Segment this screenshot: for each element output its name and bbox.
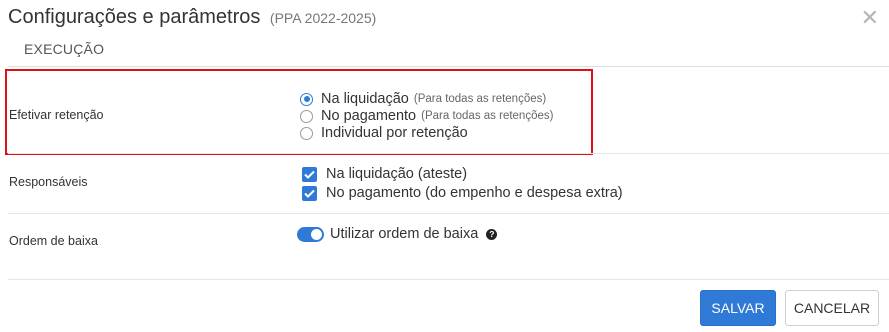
radio-unselected-icon[interactable] [300, 109, 313, 123]
footer-divider [8, 279, 889, 280]
dialog-subtitle: (PPA 2022-2025) [269, 10, 377, 26]
dialog-title-text: Configurações e parâmetros [8, 6, 261, 28]
radio-no-pagamento[interactable]: No pagamento (Para todas as retenções) [300, 108, 553, 124]
radio-label: No pagamento [321, 108, 417, 124]
radio-individual[interactable]: Individual por retenção [300, 125, 468, 141]
ordem-label: Ordem de baixa [9, 234, 98, 248]
radio-na-liquidacao[interactable]: Na liquidação (Para todas as retenções) [300, 91, 546, 107]
row-divider [8, 153, 889, 154]
dialog-title: Configurações e parâmetros (PPA 2022-202… [8, 6, 376, 29]
radio-hint: (Para todas as retenções) [413, 93, 547, 105]
help-icon[interactable]: ? [486, 228, 498, 240]
checkbox-no-pagamento[interactable]: No pagamento (do empenho e despesa extra… [302, 185, 623, 201]
save-button[interactable]: SALVAR [700, 290, 776, 326]
checkbox-checked-icon[interactable] [302, 185, 317, 201]
checkbox-na-liquidacao[interactable]: Na liquidação (ateste) [302, 166, 467, 182]
row-divider [8, 213, 889, 214]
close-icon[interactable]: ✕ [861, 7, 879, 29]
radio-selected-icon[interactable] [300, 92, 313, 106]
responsaveis-label: Responsáveis [9, 175, 88, 189]
checkbox-checked-icon[interactable] [302, 166, 317, 182]
radio-unselected-icon[interactable] [300, 126, 313, 140]
toggle-label: Utilizar ordem de baixa [330, 226, 479, 242]
ordem-toggle-row: Utilizar ordem de baixa ? [297, 226, 498, 242]
tab-divider [8, 66, 889, 67]
ordem-toggle[interactable] [297, 226, 324, 242]
tab-execucao[interactable]: EXECUÇÃO [24, 41, 104, 57]
retencao-label: Efetivar retenção [9, 108, 104, 122]
checkbox-label: No pagamento (do empenho e despesa extra… [326, 185, 623, 201]
radio-hint: (Para todas as retenções) [421, 110, 554, 122]
cancel-button[interactable]: CANCELAR [785, 290, 879, 326]
radio-label: Individual por retenção [321, 125, 468, 141]
checkbox-label: Na liquidação (ateste) [326, 166, 468, 182]
radio-label: Na liquidação [321, 91, 409, 107]
